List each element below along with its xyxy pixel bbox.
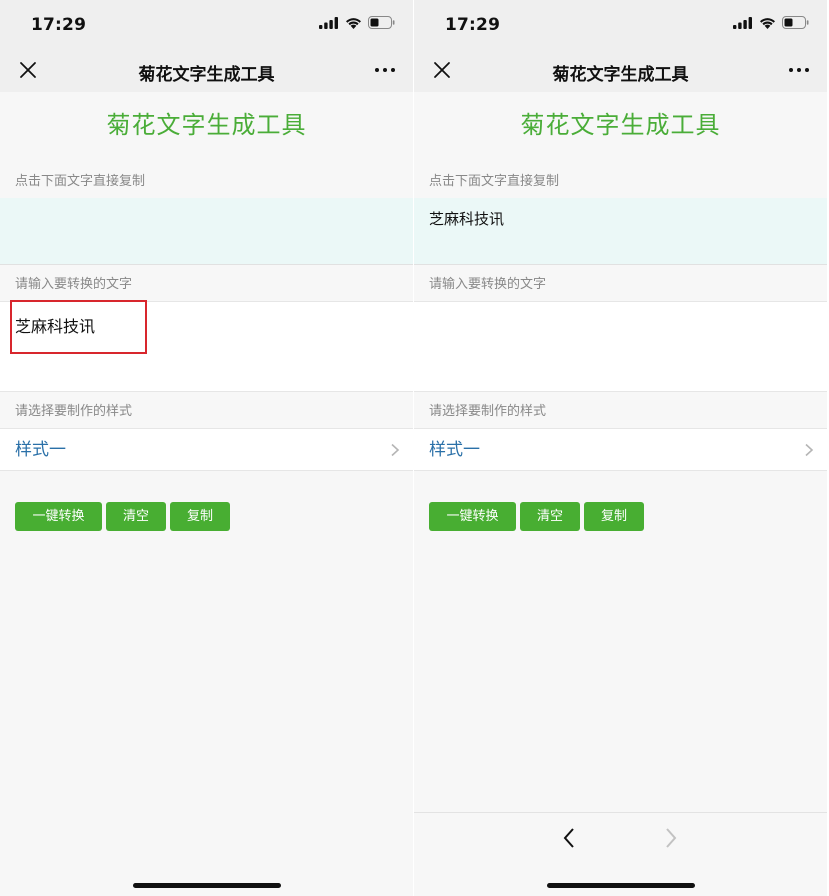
input-highlight-box — [10, 300, 147, 354]
status-bar: 17:29 — [414, 0, 827, 48]
back-arrow-icon[interactable] — [562, 827, 576, 849]
convert-button[interactable]: 一键转换 — [429, 502, 516, 531]
style-select-value: 样式一 — [15, 440, 66, 460]
forward-arrow-icon[interactable] — [664, 827, 678, 849]
phone-screen-right: 17:29 菊花文字生成工具 菊花文字生成工具 点击下面文字直接复制 芝麻科技讯… — [414, 0, 827, 896]
page-title: 菊花文字生成工具 — [520, 111, 721, 139]
status-icons — [319, 16, 395, 29]
more-icon[interactable] — [787, 60, 811, 80]
more-icon[interactable] — [373, 60, 397, 80]
chevron-right-icon — [805, 443, 814, 457]
style-select[interactable]: 样式一 — [414, 428, 827, 471]
text-input[interactable] — [414, 301, 827, 392]
battery-icon — [782, 16, 809, 29]
copy-button[interactable]: 复制 — [170, 502, 230, 531]
button-row: 一键转换 清空 复制 — [15, 502, 230, 531]
nav-bar: 菊花文字生成工具 — [0, 48, 413, 92]
output-label: 点击下面文字直接复制 — [429, 174, 560, 189]
style-label: 请选择要制作的样式 — [429, 404, 547, 419]
status-time: 17:29 — [31, 15, 87, 35]
home-indicator — [133, 883, 281, 888]
input-label: 请输入要转换的文字 — [429, 277, 547, 292]
comparison-stage: 17:29 菊花文字生成工具 菊花文字生成工具 点击下面文字直接复制 请输入要转… — [0, 0, 829, 896]
signal-icon — [319, 16, 338, 29]
nav-title: 菊花文字生成工具 — [138, 65, 275, 85]
phone-screen-left: 17:29 菊花文字生成工具 菊花文字生成工具 点击下面文字直接复制 请输入要转… — [0, 0, 413, 896]
clear-button[interactable]: 清空 — [520, 502, 580, 531]
page-content: 菊花文字生成工具 点击下面文字直接复制 芝麻科技讯 请输入要转换的文字 请选择要… — [414, 92, 827, 531]
page-title: 菊花文字生成工具 — [106, 111, 307, 139]
convert-button[interactable]: 一键转换 — [15, 502, 102, 531]
copy-button[interactable]: 复制 — [584, 502, 644, 531]
nav-bar: 菊花文字生成工具 — [414, 48, 827, 92]
signal-icon — [733, 16, 752, 29]
clear-button[interactable]: 清空 — [106, 502, 166, 531]
home-indicator — [547, 883, 695, 888]
style-label: 请选择要制作的样式 — [15, 404, 133, 419]
status-time: 17:29 — [445, 15, 501, 35]
button-row: 一键转换 清空 复制 — [429, 502, 644, 531]
status-icons — [733, 16, 809, 29]
output-text-area[interactable] — [0, 198, 413, 265]
chevron-right-icon — [391, 443, 400, 457]
style-select[interactable]: 样式一 — [0, 428, 413, 471]
input-label: 请输入要转换的文字 — [15, 277, 133, 292]
battery-icon — [368, 16, 395, 29]
wifi-icon — [346, 17, 361, 29]
wifi-icon — [760, 17, 775, 29]
output-label: 点击下面文字直接复制 — [15, 174, 146, 189]
page-content: 菊花文字生成工具 点击下面文字直接复制 请输入要转换的文字 芝麻科技讯 请选择要… — [0, 92, 413, 531]
style-select-value: 样式一 — [429, 440, 480, 460]
status-bar: 17:29 — [0, 0, 413, 48]
output-text-area[interactable]: 芝麻科技讯 — [414, 198, 827, 265]
nav-title: 菊花文字生成工具 — [552, 65, 689, 85]
